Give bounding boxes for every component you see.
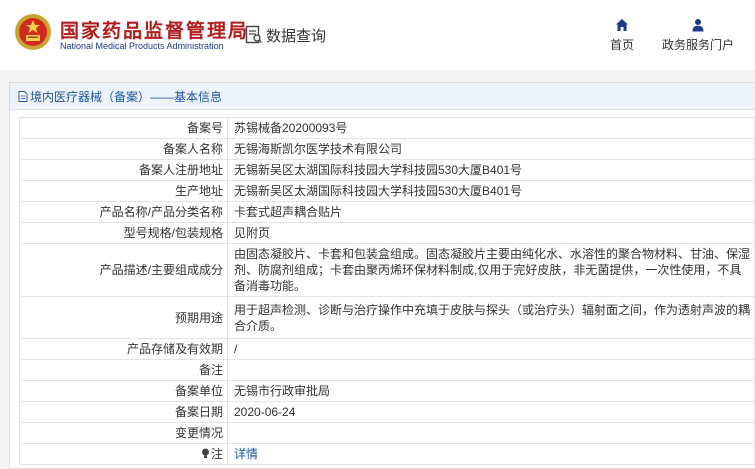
national-emblem-icon [15, 14, 51, 50]
table-row: 型号规格/包装规格 见附页 [19, 222, 755, 244]
field-value [227, 359, 755, 381]
home-icon [616, 19, 628, 31]
table-row: 注 详情 [19, 443, 755, 465]
details-link[interactable]: 详情 [234, 447, 258, 461]
field-value: / [227, 338, 755, 360]
record-panel: 境内医疗器械（备案）——基本信息 备案号 苏锡械备20200093号 备案人名称… [9, 82, 755, 469]
table-row: 产品描述/主要组成成分 由固态凝胶片、卡套和包装盒组成。固态凝胶片主要由纯化水、… [19, 243, 755, 297]
table-row: 备注 [19, 359, 755, 381]
person-icon [692, 19, 704, 32]
field-value: 无锡新吴区太湖国际科技园大学科技园530大厦B401号 [227, 180, 755, 202]
nav-home-label: 首页 [609, 38, 634, 52]
field-label: 产品描述/主要组成成分 [19, 243, 228, 297]
note-label-cell: 注 [19, 443, 228, 465]
field-label: 变更情况 [19, 422, 228, 444]
field-value: 见附页 [227, 222, 755, 244]
site-header: 国家药品监督管理局 National Medical Products Admi… [0, 0, 755, 70]
table-row: 变更情况 [19, 422, 755, 444]
table-row: 备案日期 2020-06-24 [19, 401, 755, 423]
field-label: 型号规格/包装规格 [19, 222, 228, 244]
table-row: 预期用途 用于超声检测、诊断与治疗操作中充填于皮肤与探头（或治疗头）辐射面之间，… [19, 296, 755, 339]
field-label: 备案单位 [19, 380, 228, 402]
table-row: 备案单位 无锡市行政审批局 [19, 380, 755, 402]
site-logo-subtitle: National Medical Products Administration [60, 41, 224, 51]
field-label: 注 [210, 447, 223, 461]
table-row: 备案人名称 无锡海斯凯尔医学技术有限公司 [19, 138, 755, 160]
site-logo-title[interactable]: 国家药品监督管理局 [60, 16, 249, 43]
document-icon [18, 90, 28, 102]
breadcrumb: 境内医疗器械（备案）——基本信息 [10, 83, 755, 110]
field-value: 由固态凝胶片、卡套和包装盒组成。固态凝胶片主要由纯化水、水溶性的聚合物材料、甘油… [227, 243, 755, 297]
document-search-icon [245, 25, 262, 44]
nav-home[interactable]: 首页 [604, 18, 640, 54]
field-value: 无锡海斯凯尔医学技术有限公司 [227, 138, 755, 160]
field-label: 产品存储及有效期 [19, 338, 228, 360]
field-value [227, 422, 755, 444]
field-value: 苏锡械备20200093号 [227, 117, 755, 139]
field-label: 产品名称/产品分类名称 [19, 201, 228, 223]
data-query-link[interactable]: 数据查询 [245, 24, 326, 46]
table-row: 备案人注册地址 无锡新吴区太湖国际科技园大学科技园530大厦B401号 [19, 159, 755, 181]
field-value: 无锡市行政审批局 [227, 380, 755, 402]
nav-gov-portal[interactable]: 政务服务门户 [660, 18, 736, 54]
field-label: 预期用途 [19, 296, 228, 339]
table-row: 产品存储及有效期 / [19, 338, 755, 360]
field-value: 2020-06-24 [227, 401, 755, 423]
field-label: 备案人注册地址 [19, 159, 228, 181]
data-query-label: 数据查询 [266, 27, 327, 45]
field-value: 卡套式超声耦合贴片 [227, 201, 755, 223]
field-label: 备案人名称 [19, 138, 228, 160]
field-label: 备案日期 [19, 401, 228, 423]
record-info-table: 备案号 苏锡械备20200093号 备案人名称 无锡海斯凯尔医学技术有限公司 备… [19, 117, 755, 465]
nav-gov-portal-label: 政务服务门户 [661, 38, 734, 52]
field-label: 备注 [19, 359, 228, 381]
table-row: 备案号 苏锡械备20200093号 [19, 117, 755, 139]
breadcrumb-text[interactable]: 境内医疗器械（备案）——基本信息 [30, 88, 222, 105]
table-row: 产品名称/产品分类名称 卡套式超声耦合贴片 [19, 201, 755, 223]
lightbulb-icon [201, 448, 209, 458]
field-value: 详情 [227, 443, 755, 465]
field-label: 备案号 [19, 117, 228, 139]
field-label: 生产地址 [19, 180, 228, 202]
table-row: 生产地址 无锡新吴区太湖国际科技园大学科技园530大厦B401号 [19, 180, 755, 202]
field-value: 用于超声检测、诊断与治疗操作中充填于皮肤与探头（或治疗头）辐射面之间，作为透射声… [227, 296, 755, 339]
field-value: 无锡新吴区太湖国际科技园大学科技园530大厦B401号 [227, 159, 755, 181]
